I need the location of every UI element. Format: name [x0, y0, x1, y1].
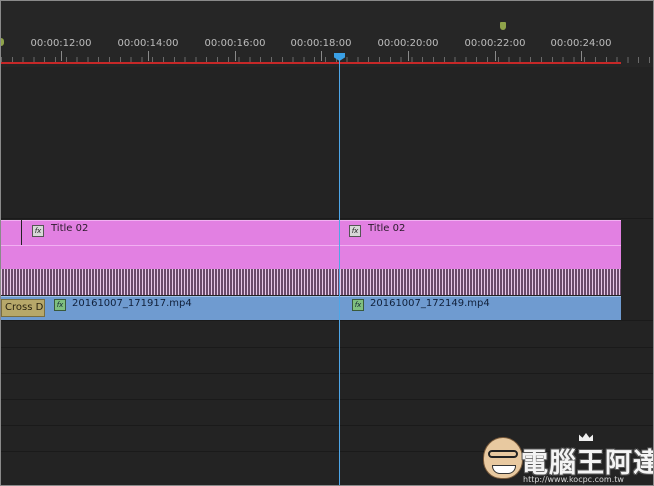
- track-divider: [1, 399, 653, 400]
- timecode-label: 00:00:18:00: [290, 38, 352, 49]
- watermark: 電腦王阿達 http://www.kocpc.com.tw: [483, 433, 653, 485]
- marker-icon[interactable]: [1, 38, 4, 46]
- timeline-panel[interactable]: 00:00:12:00 00:00:14:00 00:00:16:00 00:0…: [0, 0, 654, 486]
- title-clip[interactable]: fx Title 02: [22, 220, 339, 245]
- transition-label: Cross D: [5, 302, 44, 313]
- timecode-label: 00:00:16:00: [204, 38, 266, 49]
- video-clip[interactable]: fx 20161007_171917.mp4: [1, 296, 339, 320]
- fx-icon[interactable]: fx: [54, 299, 66, 311]
- timecode-label: 00:00:12:00: [30, 38, 92, 49]
- clip-label: 20161007_171917.mp4: [72, 298, 192, 309]
- mascot-face-icon: [483, 437, 523, 479]
- timecode-label: 00:00:22:00: [464, 38, 526, 49]
- fx-icon[interactable]: fx: [352, 299, 364, 311]
- track-divider: [1, 347, 653, 348]
- crown-icon: [579, 433, 593, 441]
- track-divider: [1, 373, 653, 374]
- track-divider: [1, 218, 653, 219]
- marker-icon[interactable]: [500, 22, 506, 30]
- clip-label: Title 02: [51, 223, 89, 234]
- clip-label: 20161007_172149.mp4: [370, 298, 490, 309]
- timecode-label: 00:00:24:00: [550, 38, 612, 49]
- time-ruler[interactable]: 00:00:12:00 00:00:14:00 00:00:16:00 00:0…: [1, 1, 653, 67]
- fx-icon[interactable]: fx: [32, 225, 44, 237]
- playhead-line[interactable]: [339, 59, 340, 485]
- timecode-label: 00:00:20:00: [377, 38, 439, 49]
- timecode-label: 00:00:14:00: [117, 38, 179, 49]
- watermark-url: http://www.kocpc.com.tw: [523, 475, 624, 484]
- audio-waveform[interactable]: [1, 269, 621, 295]
- title-clip-fragment[interactable]: [1, 220, 21, 245]
- fx-icon[interactable]: fx: [349, 225, 361, 237]
- work-area-bar[interactable]: [1, 62, 621, 64]
- title-clip-lower[interactable]: [1, 245, 621, 269]
- cross-dissolve-transition[interactable]: Cross D: [1, 299, 45, 317]
- video-clip[interactable]: fx 20161007_172149.mp4: [340, 296, 621, 320]
- track-divider: [1, 320, 653, 321]
- track-divider: [1, 425, 653, 426]
- title-clip[interactable]: fx Title 02: [340, 220, 621, 245]
- clip-label: Title 02: [368, 223, 406, 234]
